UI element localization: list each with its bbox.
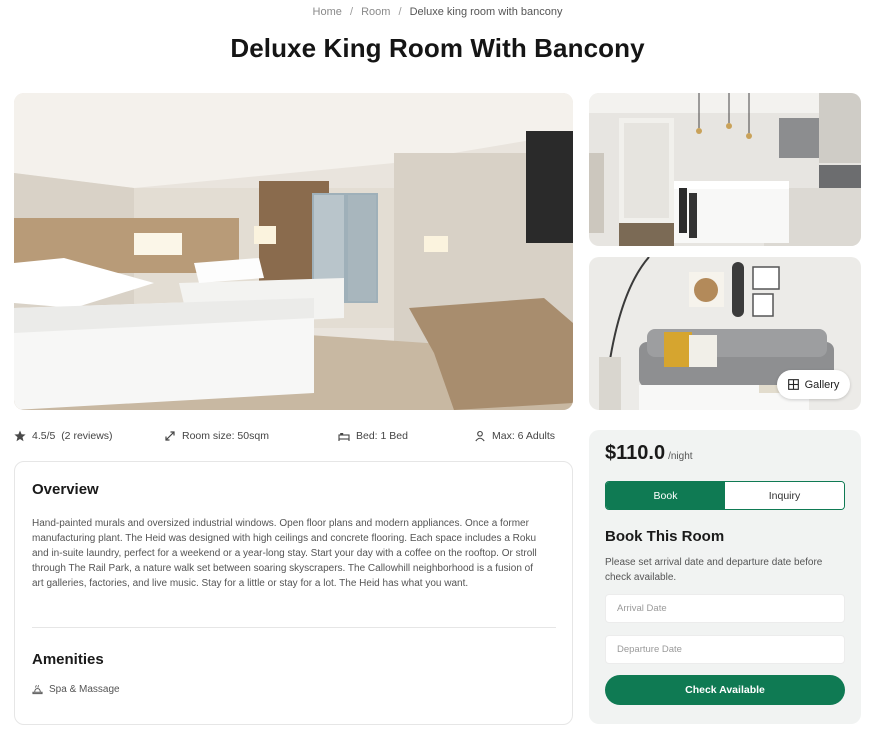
star-icon (14, 430, 26, 442)
person-icon (475, 430, 485, 442)
amenity-item: Spa & Massage (32, 684, 120, 695)
booking-tabs: Book Inquiry (605, 481, 845, 510)
main-room-photo[interactable] (14, 93, 573, 410)
spa-icon (32, 685, 43, 695)
breadcrumb: Home / Room / Deluxe king room with banc… (0, 6, 875, 18)
kitchen-image (589, 93, 861, 246)
breadcrumb-separator: / (349, 6, 353, 18)
room-meta-row: 4.5/5 (2 reviews) Room size: 50sqm Bed: … (14, 430, 574, 444)
tab-book[interactable]: Book (606, 482, 725, 509)
book-description: Please set arrival date and departure da… (605, 557, 823, 583)
gallery-button-label: Gallery (804, 378, 840, 391)
overview-text: Hand-painted murals and oversized indust… (32, 518, 537, 589)
breadcrumb-separator: / (398, 6, 402, 18)
max-guests-meta: Max: 6 Adults (474, 430, 555, 442)
gallery-button[interactable]: Gallery (777, 370, 850, 399)
max-guests-label: Max: 6 Adults (492, 430, 556, 442)
expand-arrows-icon (165, 431, 175, 441)
tab-inquiry[interactable]: Inquiry (725, 482, 844, 509)
check-available-button[interactable]: Check Available (605, 675, 845, 705)
amenities-title: Amenities (32, 651, 104, 668)
rating-label: 4.5/5 (2 reviews) (32, 430, 113, 442)
overview-card: Overview Hand-painted murals and oversiz… (14, 461, 573, 725)
room-size-label: Room size: 50sqm (182, 430, 269, 442)
breadcrumb-room-link[interactable]: Room (361, 6, 390, 18)
grid-icon (787, 379, 799, 390)
booking-card: $110.0 /night Book Inquiry Book This Roo… (589, 430, 861, 724)
book-this-room-title: Book This Room (605, 528, 725, 545)
bed-label: Bed: 1 Bed (356, 430, 408, 442)
breadcrumb-home-link[interactable]: Home (313, 6, 342, 18)
amenity-label: Spa & Massage (49, 684, 120, 695)
breadcrumb-current: Deluxe king room with bancony (409, 6, 563, 18)
kitchen-photo[interactable] (589, 93, 861, 246)
room-size-meta: Room size: 50sqm (164, 430, 269, 442)
price-amount: $110.0 (605, 442, 666, 464)
price-unit: /night (668, 451, 693, 462)
overview-title: Overview (32, 481, 99, 498)
bed-meta: Bed: 1 Bed (338, 430, 408, 442)
bed-icon (338, 433, 350, 441)
bedroom-image (14, 93, 573, 410)
arrival-date-field[interactable] (605, 594, 845, 623)
section-divider (32, 627, 556, 628)
rating-meta: 4.5/5 (2 reviews) (14, 430, 113, 442)
page-title: Deluxe King Room With Bancony (230, 33, 645, 63)
departure-date-field[interactable] (605, 635, 845, 664)
price: $110.0 /night (605, 442, 693, 465)
